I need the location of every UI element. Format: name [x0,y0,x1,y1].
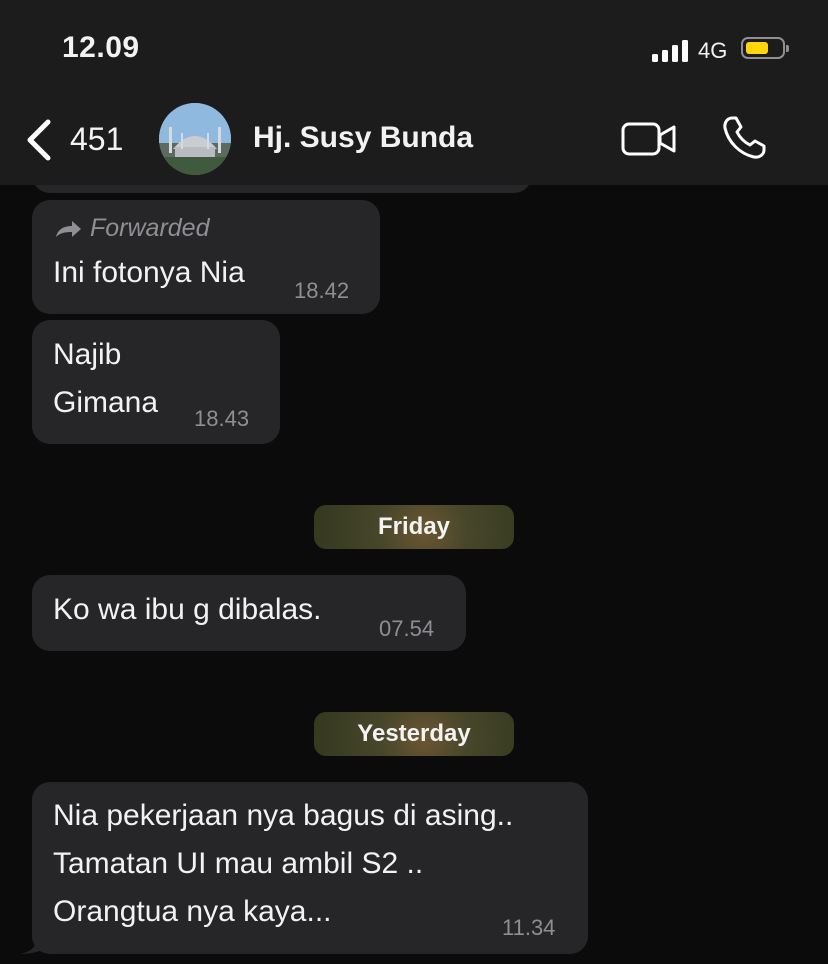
network-type: 4G [698,38,728,63]
message-text: Nia pekerjaan nya bagus di asing.. Tamat… [53,799,514,928]
message-text: Ini fotonya Nia [53,256,245,289]
message-list[interactable]: Forwarded Ini fotonya Nia 18.42 Najib Gi… [0,155,828,964]
message-bubble[interactable]: Ko wa ibu g dibalas. 07.54 [32,575,466,651]
back-unread-count[interactable]: 451 [70,121,123,158]
message-text: Ko wa ibu g dibalas. [53,593,322,626]
message-bubble[interactable]: Forwarded Ini fotonya Nia 18.42 [32,200,380,314]
forward-arrow-icon [56,221,81,237]
message-bubble[interactable]: Nia pekerjaan nya bagus di asing.. Tamat… [32,782,588,954]
date-separator: Yesterday [314,712,514,756]
message-time: 18.42 [294,278,350,303]
cellular-signal-icon [652,38,690,62]
phone-icon[interactable] [720,114,768,162]
header-bar: 12.09 4G 451 Hj. Susy Bunda [0,0,828,185]
contact-name[interactable]: Hj. Susy Bunda [253,121,473,155]
message-time: 07.54 [379,616,435,641]
video-camera-icon[interactable] [620,118,678,160]
message-bubble[interactable]: Najib Gimana 18.43 [32,320,280,444]
forwarded-label: Forwarded [90,214,210,242]
message-text: Najib Gimana [53,338,159,419]
battery-icon [741,37,789,59]
chat-screen: 12.09 4G 451 Hj. Susy Bunda Forwarded In… [0,0,828,964]
chevron-left-icon[interactable] [24,118,54,162]
message-time: 11.34 [502,915,556,940]
status-time: 12.09 [62,31,140,64]
avatar[interactable] [159,103,231,175]
date-separator: Friday [314,505,514,549]
message-time: 18.43 [194,406,250,431]
bubble-tail [20,929,48,954]
